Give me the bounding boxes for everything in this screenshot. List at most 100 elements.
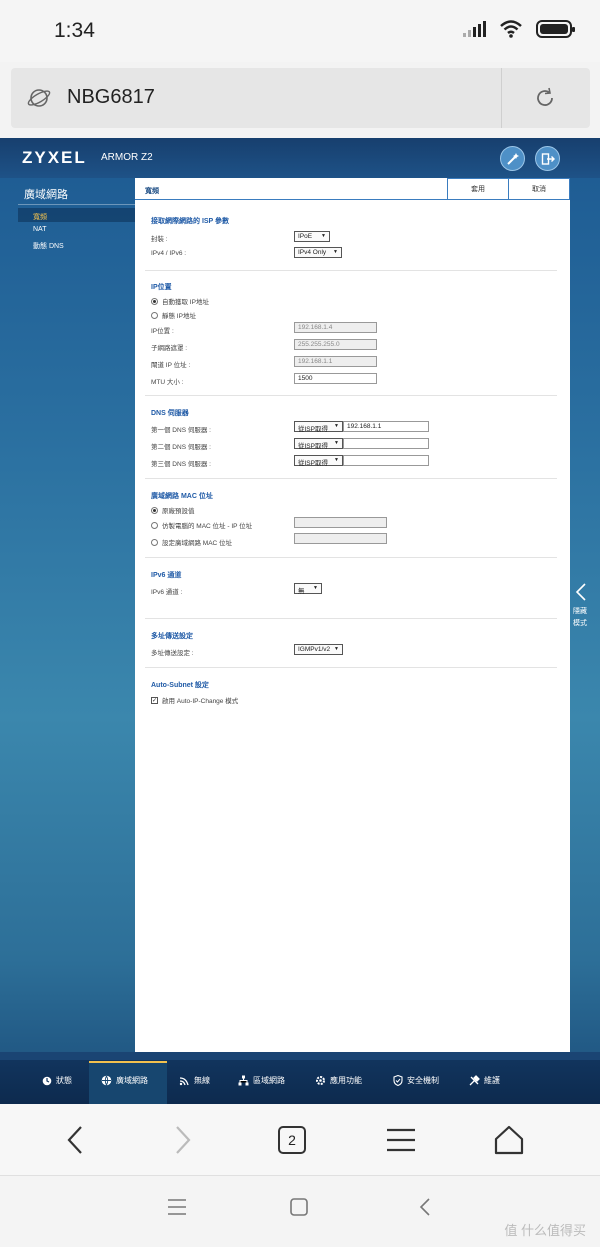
dns1-label: 第一個 DNS 伺服器 : bbox=[151, 427, 211, 434]
nav-item-applications[interactable]: 應用功能 bbox=[315, 1075, 362, 1086]
chevron-left-icon bbox=[67, 1126, 82, 1154]
wizard-button[interactable] bbox=[500, 146, 525, 171]
gateway-field[interactable]: 192.168.1.1 bbox=[294, 356, 377, 367]
mac-section-title: 廣域網路 MAC 位址 bbox=[151, 493, 213, 500]
menu-button[interactable] bbox=[383, 1122, 419, 1158]
logout-button[interactable] bbox=[535, 146, 560, 171]
shield-icon bbox=[393, 1075, 403, 1086]
tools-icon bbox=[469, 1075, 480, 1086]
sidebar-item-broadband[interactable]: 寬頻 bbox=[33, 212, 47, 222]
logout-icon bbox=[541, 152, 555, 165]
subnet-mask-field[interactable]: 255.255.255.0 bbox=[294, 339, 377, 350]
nav-item-maintenance[interactable]: 維護 bbox=[469, 1075, 500, 1086]
ipv6-section-title: IPv6 通道 bbox=[151, 572, 182, 579]
recent-apps-icon[interactable] bbox=[167, 1198, 187, 1216]
network-icon bbox=[238, 1075, 249, 1086]
mtu-field[interactable]: 1500 bbox=[294, 373, 377, 384]
ip-section-title: IP位置 bbox=[151, 284, 172, 291]
dns3-mode-select[interactable]: 從ISP取得 ▼ bbox=[294, 455, 343, 467]
mac-clone-option[interactable]: 仿製電腦的 MAC 位址 - IP 位址 bbox=[151, 520, 252, 530]
router-page: ZYXEL ARMOR Z2 廣域網路 寬頻 NAT 動態 DNS 寬頻 套用 … bbox=[0, 138, 600, 1104]
status-bar: 1:34 bbox=[0, 0, 600, 62]
home-nav-icon[interactable] bbox=[290, 1198, 308, 1216]
ip-address-label: IP位置 : bbox=[151, 328, 174, 335]
dns2-mode-select[interactable]: 從ISP取得 ▼ bbox=[294, 438, 343, 450]
dns2-field[interactable] bbox=[343, 438, 429, 449]
nav-item-lan[interactable]: 區域網路 bbox=[238, 1075, 285, 1086]
status-icon bbox=[42, 1076, 52, 1085]
encapsulation-label: 封裝 : bbox=[151, 236, 168, 243]
auto-subnet-section-title: Auto-Subnet 設定 bbox=[151, 682, 209, 689]
mac-default-option[interactable]: 原廠預設值 bbox=[151, 505, 195, 515]
tab-count: 2 bbox=[278, 1126, 306, 1154]
reload-icon[interactable] bbox=[533, 86, 557, 110]
radio-button[interactable] bbox=[151, 506, 158, 514]
home-button[interactable] bbox=[491, 1122, 527, 1158]
menu-icon bbox=[387, 1128, 415, 1152]
radio-button[interactable] bbox=[151, 297, 158, 305]
subnet-mask-label: 子網路遮罩 : bbox=[151, 345, 188, 352]
back-nav-icon[interactable] bbox=[419, 1198, 431, 1216]
sidebar-item-ddns[interactable]: 動態 DNS bbox=[33, 241, 64, 251]
status-time: 1:34 bbox=[54, 19, 95, 42]
mtu-label: MTU 大小 : bbox=[151, 379, 184, 386]
gear-icon bbox=[316, 1076, 325, 1085]
panel-title: 寬頻 bbox=[145, 188, 159, 195]
planet-icon bbox=[27, 89, 51, 107]
globe-icon bbox=[101, 1075, 112, 1086]
gateway-label: 閘道 IP 位址 : bbox=[151, 362, 191, 369]
mac-clone-field[interactable] bbox=[294, 517, 387, 528]
ipv6-tunnel-label: IPv6 通道 : bbox=[151, 589, 183, 596]
radio-button[interactable] bbox=[151, 311, 158, 319]
apply-button[interactable]: 套用 bbox=[447, 178, 509, 200]
ip-version-select[interactable]: IPv4 Only ▼ bbox=[294, 247, 342, 258]
sidebar-item-nat[interactable]: NAT bbox=[33, 226, 46, 233]
wifi-icon bbox=[500, 20, 522, 38]
home-icon bbox=[494, 1125, 524, 1155]
ipv6-tunnel-select[interactable]: 無 ▼ bbox=[294, 583, 322, 595]
nav-item-status[interactable]: 狀態 bbox=[42, 1075, 72, 1086]
chevron-right-icon bbox=[176, 1126, 191, 1154]
dns3-field[interactable] bbox=[343, 455, 429, 466]
wifi-icon bbox=[179, 1077, 189, 1086]
router-header: ZYXEL ARMOR Z2 bbox=[0, 138, 600, 178]
back-button[interactable] bbox=[57, 1122, 93, 1158]
system-nav-bar: 值 什么值得买 bbox=[0, 1176, 600, 1247]
isp-section-title: 接取網際網路的 ISP 參數 bbox=[151, 218, 230, 225]
brand-logo: ZYXEL bbox=[22, 148, 87, 167]
settings-panel: 寬頻 套用 取消 接取網際網路的 ISP 參數 封裝 : IPoE ▼ IPv4 … bbox=[135, 178, 570, 1052]
address-bar[interactable]: NBG6817 bbox=[11, 68, 590, 128]
dns2-label: 第二個 DNS 伺服器 : bbox=[151, 444, 211, 451]
nav-item-wan[interactable]: 廣域網路 bbox=[101, 1075, 148, 1086]
multicast-section-title: 多址傳送設定 bbox=[151, 633, 193, 640]
nav-item-security[interactable]: 安全機制 bbox=[393, 1075, 439, 1086]
auto-ip-change-option[interactable]: ✓ 啟用 Auto-IP-Change 模式 bbox=[151, 695, 238, 705]
dns-section-title: DNS 伺服器 bbox=[151, 410, 189, 417]
dns1-field[interactable]: 192.168.1.1 bbox=[343, 421, 429, 432]
forward-button[interactable] bbox=[165, 1122, 201, 1158]
auto-ip-option[interactable]: 自動獲取 IP地址 bbox=[151, 296, 209, 306]
encapsulation-select[interactable]: IPoE ▼ bbox=[294, 231, 330, 242]
mac-set-field[interactable] bbox=[294, 533, 387, 544]
battery-icon bbox=[536, 20, 575, 38]
mac-set-option[interactable]: 設定廣域網路 MAC 位址 bbox=[151, 537, 232, 547]
sidebar-title: 廣域網路 bbox=[24, 189, 68, 201]
multicast-select[interactable]: IGMPv1/v2 ▼ bbox=[294, 644, 343, 655]
signal-icon bbox=[463, 21, 486, 37]
radio-button[interactable] bbox=[151, 521, 158, 529]
url-text[interactable]: NBG6817 bbox=[67, 86, 155, 109]
radio-button[interactable] bbox=[151, 538, 158, 546]
dns3-label: 第三個 DNS 伺服器 : bbox=[151, 461, 211, 468]
cancel-button[interactable]: 取消 bbox=[508, 178, 570, 200]
nav-item-wireless[interactable]: 無線 bbox=[179, 1075, 210, 1086]
browser-toolbar: 2 bbox=[0, 1104, 600, 1176]
static-ip-option[interactable]: 靜態 IP地址 bbox=[151, 310, 196, 320]
watermark: 值 什么值得买 bbox=[504, 1223, 586, 1238]
model-name: ARMOR Z2 bbox=[101, 152, 153, 163]
dns1-mode-select[interactable]: 從ISP取得 ▼ bbox=[294, 421, 343, 433]
auto-ip-change-checkbox[interactable]: ✓ bbox=[151, 696, 158, 704]
magic-wand-icon bbox=[506, 152, 519, 165]
tabs-button[interactable]: 2 bbox=[274, 1122, 310, 1158]
ip-address-field[interactable]: 192.168.1.4 bbox=[294, 322, 377, 333]
ip-version-label: IPv4 / IPv6 : bbox=[151, 250, 187, 257]
